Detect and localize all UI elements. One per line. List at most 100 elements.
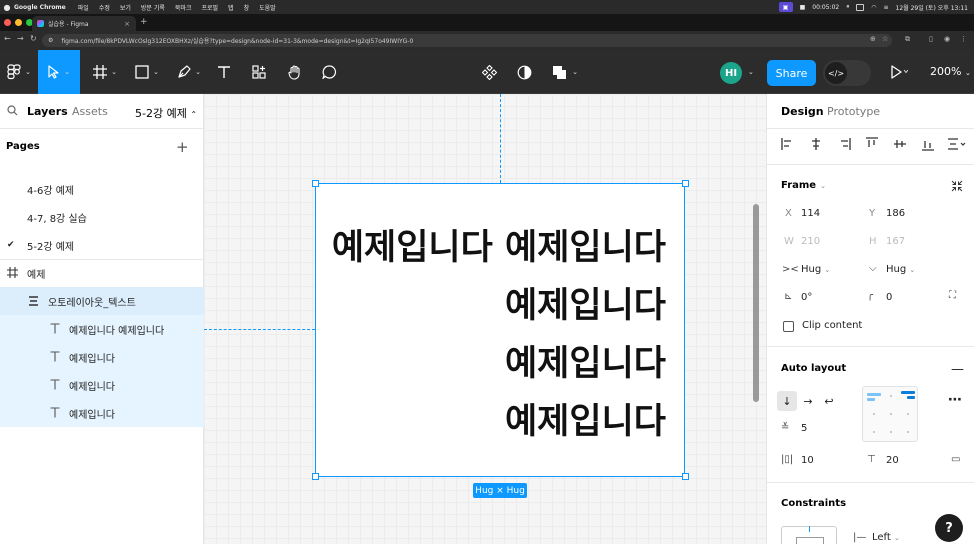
current-page-dropdown[interactable]: 5-2강 예제 ⌃	[135, 105, 197, 121]
w-input[interactable]: 210	[801, 236, 820, 247]
move-tool-button[interactable]: ⌄	[38, 50, 80, 94]
menubar-item-help[interactable]: 도움말	[259, 3, 276, 12]
selected-autolayout-frame[interactable]: 예제입니다 예제입니다 예제입니다 예제입니다 예제입니다	[315, 183, 685, 477]
align-horizontal-center-icon[interactable]	[809, 137, 823, 151]
resize-handle-bottom-right[interactable]	[682, 473, 689, 480]
apple-icon[interactable]: ●	[0, 3, 14, 12]
text-layer[interactable]: 예제입니다	[505, 335, 666, 386]
forward-icon[interactable]: →	[17, 34, 24, 43]
tab-close-icon[interactable]: ×	[124, 20, 130, 28]
record-stop-icon[interactable]: ■	[800, 4, 806, 11]
present-button[interactable]	[890, 64, 909, 84]
profile-icon[interactable]: ◉	[944, 35, 950, 43]
clip-content-checkbox[interactable]	[783, 321, 794, 332]
zoom-dropdown[interactable]: 200% ⌄	[930, 65, 971, 78]
layer-row-frame[interactable]: 예제	[0, 259, 204, 287]
close-window-icon[interactable]	[4, 19, 11, 26]
layer-row-text[interactable]: 예제입니다	[0, 399, 204, 427]
width-mode-dropdown[interactable]: Hug ⌄	[801, 264, 830, 275]
text-layer[interactable]: 예제입니다	[505, 277, 666, 328]
frame-section-title[interactable]: Frame ⌄	[781, 180, 826, 191]
user-avatar[interactable]: HI	[720, 62, 742, 84]
align-vertical-center-icon[interactable]	[893, 137, 907, 151]
direction-wrap-button[interactable]: ↩	[819, 391, 839, 411]
corner-radius-input[interactable]: 0	[886, 292, 892, 303]
tab-prototype[interactable]: Prototype	[827, 105, 880, 118]
search-icon[interactable]	[7, 105, 18, 116]
menubar-item-edit[interactable]: 수정	[99, 3, 110, 12]
resize-handle-top-right[interactable]	[682, 180, 689, 187]
control-center-icon[interactable]: ≡	[883, 4, 888, 11]
comment-tool-button[interactable]	[316, 50, 342, 94]
create-component-button[interactable]	[477, 50, 501, 94]
canvas-scrollbar[interactable]	[753, 204, 759, 402]
horizontal-padding-input[interactable]: 10	[801, 455, 814, 466]
sidebar-icon[interactable]: ▯	[929, 35, 933, 43]
pause-icon[interactable]: ⏸	[846, 3, 849, 11]
layer-row-text[interactable]: 예제입니다	[0, 371, 204, 399]
menubar-app-name[interactable]: Google Chrome	[14, 4, 66, 11]
hand-tool-button[interactable]	[282, 50, 308, 94]
site-info-icon[interactable]: ⚙	[48, 37, 53, 44]
zoom-page-icon[interactable]: ⊕	[870, 35, 876, 43]
new-tab-icon[interactable]: +	[140, 17, 148, 27]
back-icon[interactable]: ←	[4, 34, 11, 43]
mask-button[interactable]	[512, 50, 536, 94]
h-input[interactable]: 167	[886, 236, 905, 247]
help-button[interactable]: ?	[935, 514, 963, 542]
independent-corners-icon[interactable]: ⛶	[949, 290, 956, 301]
frame-tool-button[interactable]: ⌄	[88, 50, 122, 94]
text-layer[interactable]: 예제입니다 예제입니다	[332, 219, 666, 270]
align-bottom-icon[interactable]	[921, 137, 935, 151]
remove-auto-layout-icon[interactable]: —	[951, 362, 964, 377]
y-input[interactable]: 186	[886, 208, 905, 219]
menubar-item-file[interactable]: 파일	[78, 3, 89, 12]
menubar-item-profile[interactable]: 프로필	[201, 3, 218, 12]
more-options-icon[interactable]: ⋯	[948, 392, 962, 408]
distribute-icon[interactable]	[947, 137, 967, 151]
bookmark-star-icon[interactable]: ☆	[882, 35, 888, 43]
align-left-icon[interactable]	[781, 137, 795, 151]
align-right-icon[interactable]	[837, 137, 851, 151]
individual-padding-icon[interactable]: ▭	[951, 454, 960, 465]
collapse-arrows-icon[interactable]	[951, 180, 963, 192]
horizontal-constraint-dropdown[interactable]: Left ⌄	[872, 532, 900, 543]
resources-tool-button[interactable]	[246, 50, 272, 94]
page-item-active[interactable]: ✔ 5-2강 예제	[0, 231, 204, 259]
shape-tool-button[interactable]: ⌄	[130, 50, 164, 94]
direction-horizontal-button[interactable]: →	[798, 391, 818, 411]
height-mode-dropdown[interactable]: Hug ⌄	[886, 264, 915, 275]
minimize-window-icon[interactable]	[15, 19, 22, 26]
chrome-menu-icon[interactable]: ⋮	[960, 35, 967, 43]
tab-assets[interactable]: Assets	[72, 105, 108, 118]
chevron-down-icon[interactable]: ⌄	[748, 68, 754, 76]
menubar-item-window[interactable]: 창	[244, 3, 250, 12]
resize-handle-top-left[interactable]	[312, 180, 319, 187]
clock-text[interactable]: 12월 29일 (토) 오후 13:11	[896, 3, 968, 12]
tab-design[interactable]: Design	[781, 105, 824, 118]
main-menu-button[interactable]: ⌄	[0, 50, 38, 94]
pen-tool-button[interactable]: ⌄	[172, 50, 206, 94]
dev-mode-toggle[interactable]: </>	[823, 60, 871, 86]
menubar-item-view[interactable]: 보기	[120, 3, 131, 12]
layer-row-text[interactable]: 예제입니다	[0, 343, 204, 371]
menubar-item-bookmarks[interactable]: 북마크	[175, 3, 192, 12]
browser-tab[interactable]: 실습용 - Figma ×	[32, 16, 136, 31]
x-input[interactable]: 114	[801, 208, 820, 219]
wifi-icon[interactable]: ◠	[871, 4, 876, 11]
rotation-input[interactable]: 0°	[801, 292, 812, 303]
menubar-item-history[interactable]: 방문 기록	[141, 3, 165, 12]
share-button[interactable]: Share	[767, 60, 816, 86]
page-item[interactable]: 4-6강 예제	[0, 175, 204, 203]
align-top-icon[interactable]	[865, 137, 879, 151]
text-layer[interactable]: 예제입니다	[505, 393, 666, 444]
text-tool-button[interactable]	[212, 50, 236, 94]
direction-vertical-button[interactable]: ↓	[777, 391, 797, 411]
menubar-item-tab[interactable]: 탭	[228, 3, 234, 12]
screen-record-icon[interactable]: ▣	[778, 2, 793, 12]
reload-icon[interactable]: ↻	[30, 34, 37, 43]
resize-handle-bottom-left[interactable]	[312, 473, 319, 480]
add-page-icon[interactable]: +	[176, 138, 189, 156]
layer-row-autolayout[interactable]: 오토레이아웃_텍스트	[0, 287, 204, 315]
vertical-padding-input[interactable]: 20	[886, 455, 899, 466]
